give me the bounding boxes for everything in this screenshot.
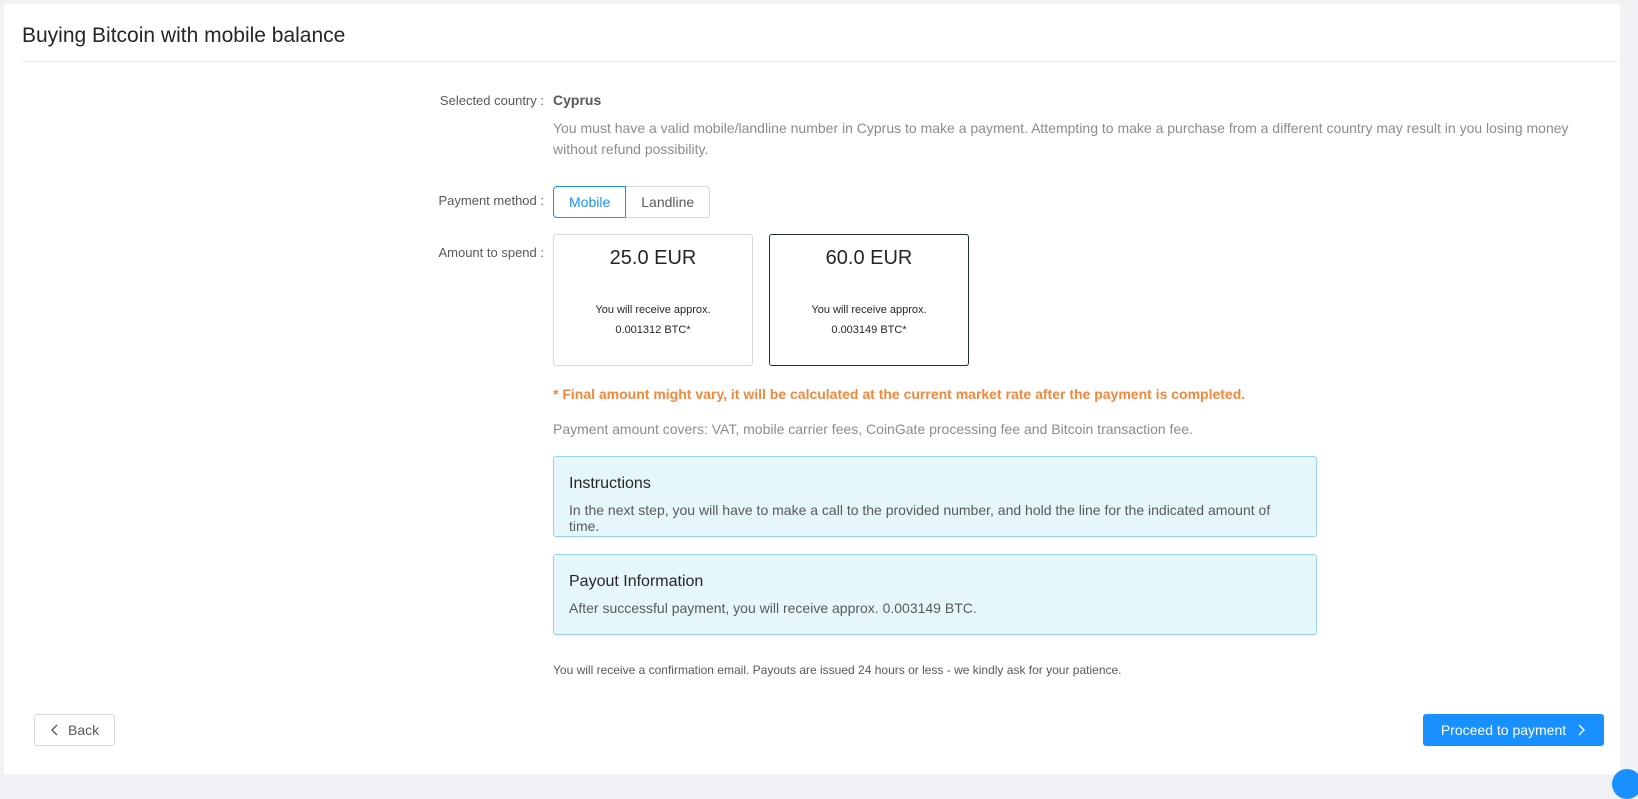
payment-method-landline[interactable]: Landline bbox=[626, 186, 711, 218]
fee-coverage-note: Payment amount covers: VAT, mobile carri… bbox=[553, 421, 1193, 437]
proceed-to-payment-button[interactable]: Proceed to payment bbox=[1423, 714, 1604, 746]
payout-text: After successful payment, you will recei… bbox=[569, 600, 977, 616]
instructions-box: Instructions In the next step, you will … bbox=[553, 456, 1317, 537]
amount-option-60[interactable]: 60.0 EUR You will receive approx. 0.0031… bbox=[769, 234, 969, 366]
country-value: Cyprus bbox=[553, 92, 602, 108]
payout-info-box: Payout Information After successful paym… bbox=[553, 554, 1317, 635]
amount-value: 60.0 EUR bbox=[825, 247, 913, 269]
amount-receive: You will receive approx. 0.003149 BTC* bbox=[811, 304, 927, 336]
payment-method-mobile[interactable]: Mobile bbox=[553, 186, 627, 218]
payment-method-label: Payment method : bbox=[438, 193, 544, 208]
confirmation-note: You will receive a confirmation email. P… bbox=[553, 663, 1122, 677]
title-divider bbox=[22, 61, 1618, 62]
amount-receive: You will receive approx. 0.001312 BTC* bbox=[595, 304, 711, 336]
country-label: Selected country : bbox=[439, 93, 544, 108]
main-card: Buying Bitcoin with mobile balance Selec… bbox=[4, 4, 1620, 774]
instructions-text: In the next step, you will have to make … bbox=[569, 502, 1271, 534]
back-button[interactable]: Back bbox=[34, 714, 116, 746]
amount-value: 25.0 EUR bbox=[609, 247, 697, 269]
instructions-title: Instructions bbox=[569, 475, 651, 492]
page-title: Buying Bitcoin with mobile balance bbox=[22, 24, 346, 47]
payout-title: Payout Information bbox=[569, 573, 704, 590]
chevron-left-icon bbox=[50, 724, 60, 736]
country-help-text: You must have a valid mobile/landline nu… bbox=[553, 120, 1569, 157]
final-amount-warning: * Final amount might vary, it will be ca… bbox=[553, 386, 1246, 402]
chevron-right-icon bbox=[1576, 724, 1586, 736]
payment-method-group: Mobile Landline bbox=[553, 186, 711, 218]
amount-label: Amount to spend : bbox=[438, 245, 544, 260]
back-button-label: Back bbox=[68, 722, 100, 738]
help-widget[interactable] bbox=[1612, 769, 1638, 799]
proceed-button-label: Proceed to payment bbox=[1440, 722, 1567, 738]
amount-option-25[interactable]: 25.0 EUR You will receive approx. 0.0013… bbox=[553, 234, 753, 366]
